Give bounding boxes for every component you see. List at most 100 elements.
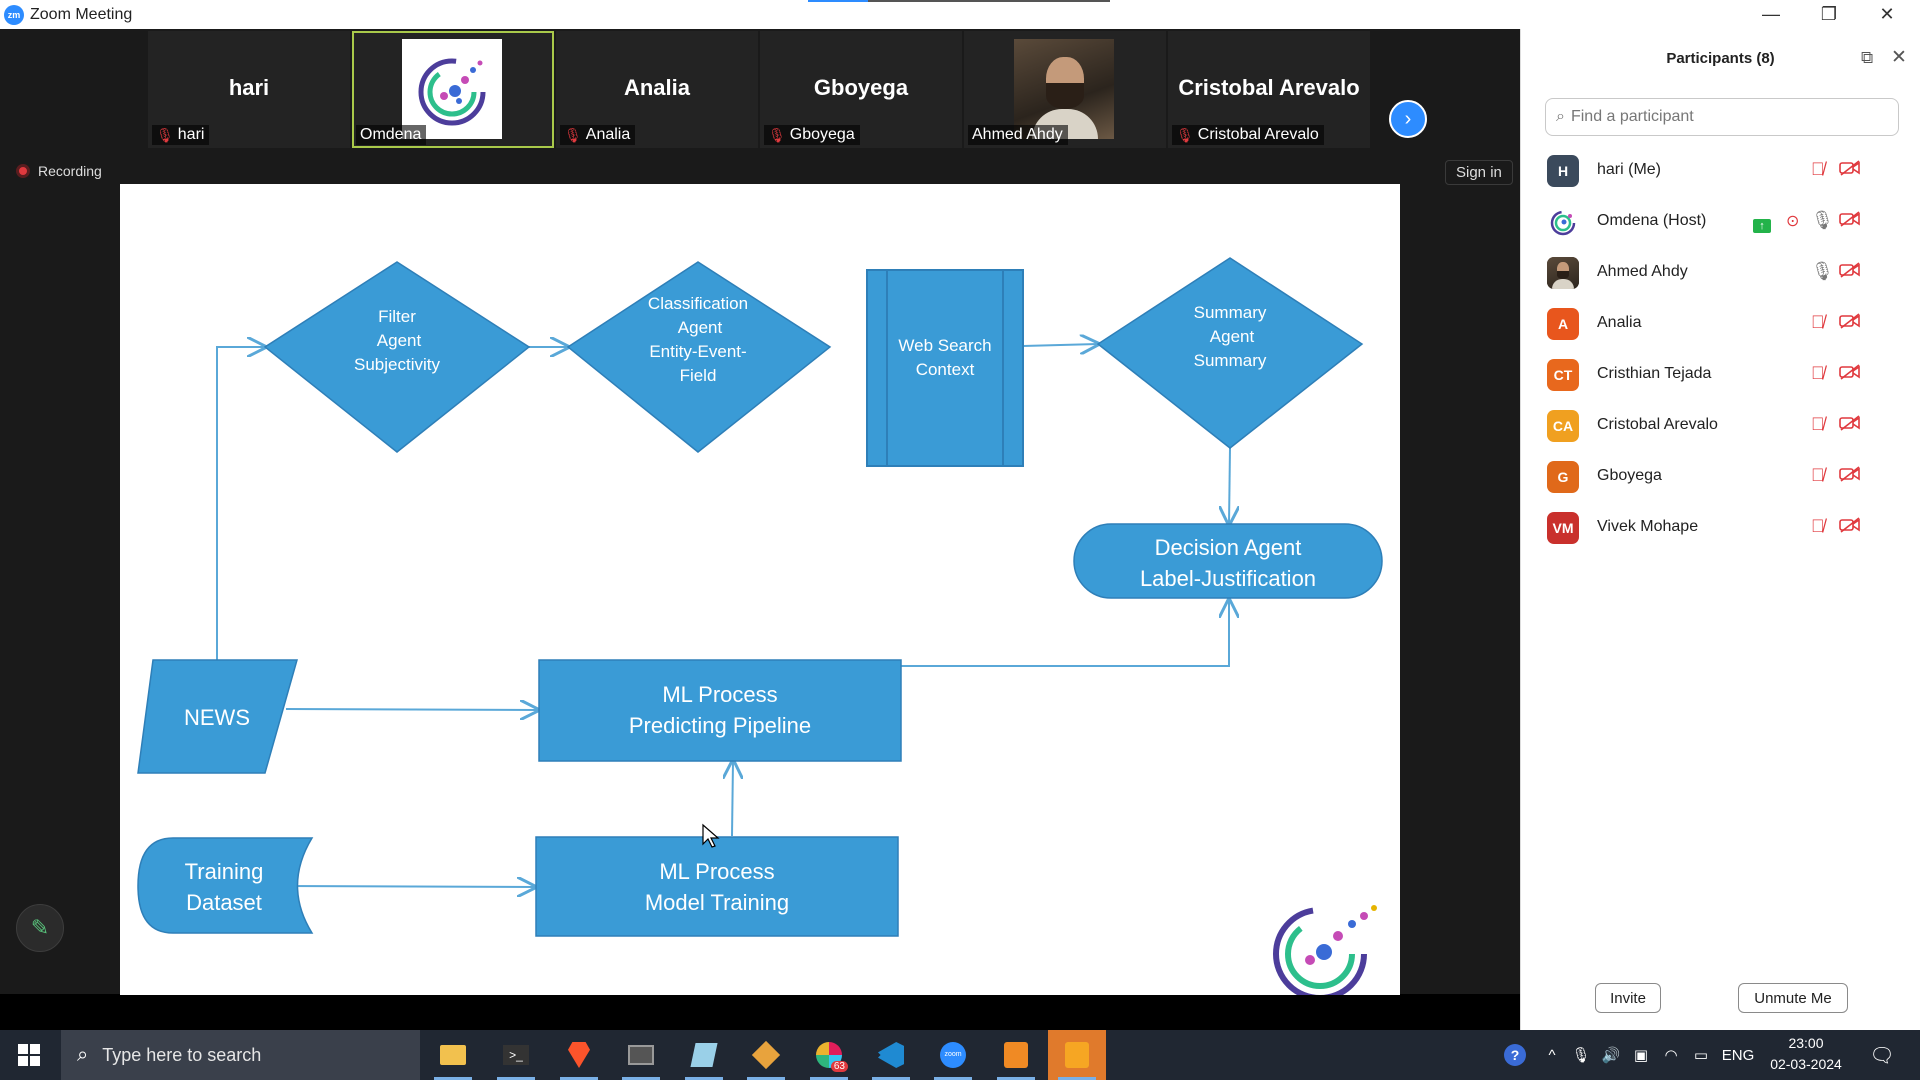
participant-row[interactable]: VM Vivek Mohape 🎙̸	[1521, 503, 1920, 554]
participant-row[interactable]: Hhari (Me) 🎙̸	[1521, 146, 1920, 197]
omdena-watermark-logo	[1273, 905, 1377, 995]
display-icon[interactable]: ▣	[1628, 1030, 1654, 1080]
terminal-taskbar-button[interactable]: >_	[487, 1030, 545, 1080]
avatar	[1547, 257, 1579, 289]
annotate-pen-button[interactable]: ✎	[16, 904, 64, 952]
notification-icon[interactable]: 🗨	[1862, 1030, 1902, 1080]
notepad-icon	[690, 1043, 718, 1067]
search-icon: ⌕	[1556, 108, 1565, 125]
participant-row[interactable]: Omdena (Host) ↑ ⊙ 🎙	[1521, 197, 1920, 248]
thumbnail-ahmed-ahdy[interactable]: Ahmed Ahdy	[964, 31, 1166, 148]
video-off-icon[interactable]	[1839, 261, 1861, 284]
training-dataset-line1: Training	[185, 859, 264, 884]
notepad-taskbar-button[interactable]	[675, 1030, 733, 1080]
video-off-icon[interactable]	[1839, 465, 1861, 488]
training-dataset-node: Training Dataset	[137, 837, 314, 934]
show-hidden-icons[interactable]: ^	[1540, 1030, 1564, 1080]
thumbnail-label: 🎙 Cristobal Arevalo	[1172, 125, 1324, 145]
unmute-me-button[interactable]: Unmute Me	[1738, 983, 1848, 1013]
mic-muted-icon[interactable]: 🎙̸	[1811, 312, 1825, 333]
window-taskbar-button[interactable]	[612, 1030, 670, 1080]
windows-icon	[18, 1044, 40, 1066]
ppt-taskbar-button[interactable]	[987, 1030, 1045, 1080]
thumbnail-cristobal-arevalo[interactable]: Cristobal Arevalo 🎙 Cristobal Arevalo	[1168, 31, 1370, 148]
flow-diagram: Filter Agent Subjectivity Classification…	[137, 257, 1383, 995]
file-explorer-taskbar-button[interactable]	[424, 1030, 482, 1080]
mic-muted-icon[interactable]: 🎙̸	[1811, 159, 1825, 180]
thumbnail-omdena[interactable]: Omdena	[352, 31, 554, 148]
sign-in-button[interactable]: Sign in	[1445, 160, 1513, 185]
close-panel-icon[interactable]: ✕	[1891, 46, 1907, 69]
avatar: CT	[1547, 359, 1579, 391]
thumbnail-analia[interactable]: Analia 🎙 Analia	[556, 31, 758, 148]
record-dot-icon	[16, 164, 30, 178]
mic-icon[interactable]: 🎙	[1811, 261, 1834, 282]
avatar: A	[1547, 308, 1579, 340]
thumbnail-gboyega[interactable]: Gboyega 🎙 Gboyega	[760, 31, 962, 148]
mic-muted-icon[interactable]: 🎙̸	[1811, 516, 1825, 537]
git-taskbar-button[interactable]	[737, 1030, 795, 1080]
restore-button[interactable]: ❐	[1800, 0, 1858, 29]
participant-search[interactable]: ⌕	[1545, 98, 1899, 136]
classification-agent-node: Classification Agent Entity-Event- Field	[566, 261, 832, 453]
participant-row[interactable]: Ahmed Ahdy 🎙	[1521, 248, 1920, 299]
participant-search-input[interactable]	[1570, 108, 1871, 126]
brave-taskbar-button[interactable]	[550, 1030, 608, 1080]
avatar: CA	[1547, 410, 1579, 442]
battery-icon[interactable]: ▭	[1688, 1030, 1714, 1080]
participant-name: hari (Me)	[1597, 161, 1662, 178]
video-off-icon[interactable]	[1839, 414, 1861, 437]
participant-row[interactable]: A Analia 🎙̸	[1521, 299, 1920, 350]
volume-icon[interactable]: 🔊	[1598, 1030, 1624, 1080]
thumbnail-label-text: Analia	[585, 126, 631, 143]
recording-indicator[interactable]: Recording	[16, 163, 102, 179]
news-node: NEWS	[137, 659, 298, 774]
pencil-icon: ✎	[30, 915, 50, 940]
next-page-button[interactable]: ›	[1389, 100, 1427, 138]
help-icon[interactable]: ?	[1500, 1030, 1530, 1080]
vscode-icon	[878, 1042, 904, 1068]
zoom-icon: zoom	[940, 1042, 966, 1068]
training-dataset-line2: Dataset	[186, 890, 262, 915]
thumbnail-label-text: hari	[177, 126, 205, 143]
taskbar-clock[interactable]: 23:00 02-03-2024	[1756, 1033, 1856, 1075]
thumbnail-big-name: Gboyega	[813, 75, 909, 100]
video-off-icon[interactable]	[1839, 159, 1861, 182]
close-button[interactable]: ✕	[1858, 0, 1916, 29]
popout-icon[interactable]: ⧉	[1861, 48, 1873, 68]
mic-muted-icon[interactable]: 🎙̸	[1811, 465, 1825, 486]
slack-taskbar-button[interactable]: 63	[800, 1030, 858, 1080]
participant-row[interactable]: CA Cristobal Arevalo 🎙̸	[1521, 401, 1920, 452]
mic-muted-icon[interactable]: 🎙̸	[1811, 363, 1825, 384]
video-off-icon[interactable]	[1839, 210, 1861, 233]
web-search-node: Web Search Context	[866, 269, 1024, 467]
start-button[interactable]	[0, 1030, 58, 1080]
participant-row[interactable]: CT Cristhian Tejada 🎙̸	[1521, 350, 1920, 401]
title-bar: zm Zoom Meeting — ❐ ✕	[0, 0, 1920, 29]
participant-name: Cristhian Tejada	[1597, 365, 1712, 382]
thumbnail-hari[interactable]: hari 🎙 hari	[148, 31, 350, 148]
taskbar-search[interactable]: ⌕ Type here to search	[61, 1030, 420, 1080]
participant-row[interactable]: G Gboyega 🎙̸	[1521, 452, 1920, 503]
language-indicator[interactable]: ENG	[1720, 1030, 1756, 1080]
participant-photo	[1014, 39, 1114, 139]
thumbnail-label-text: Omdena	[360, 126, 422, 143]
summary-agent-node: Summary Agent Summary	[1096, 257, 1364, 449]
participants-panel: Participants (8) ⧉ ✕ ⌕ Hhari (Me)🎙̸Omden…	[1520, 29, 1920, 1030]
vscode-taskbar-button[interactable]	[862, 1030, 920, 1080]
microphone-icon[interactable]: 🎙	[1568, 1030, 1594, 1080]
windows-taskbar: ⌕ Type here to search >_ 63 zoom ? ^ 🎙 🔊 ▣…	[0, 1030, 1920, 1080]
video-off-icon[interactable]	[1839, 363, 1861, 386]
invite-button[interactable]: Invite	[1595, 983, 1661, 1013]
wifi-icon[interactable]: ◠	[1658, 1030, 1684, 1080]
zoom-taskbar-button[interactable]: zoom	[924, 1030, 982, 1080]
video-off-icon[interactable]	[1839, 516, 1861, 539]
ml-training-node: ML Process Model Training	[535, 836, 899, 937]
summary-line1: Summary	[1194, 303, 1267, 322]
summary-line3: Summary	[1194, 351, 1267, 370]
mic-muted-icon[interactable]: 🎙̸	[1811, 414, 1825, 435]
mic-icon[interactable]: 🎙	[1811, 210, 1834, 231]
slides-taskbar-button[interactable]	[1048, 1030, 1106, 1080]
minimize-button[interactable]: —	[1742, 0, 1800, 29]
video-off-icon[interactable]	[1839, 312, 1861, 335]
